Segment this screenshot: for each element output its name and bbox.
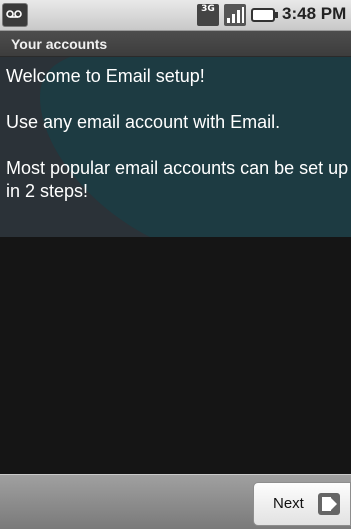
welcome-panel: Welcome to Email setup! Use any email ac… <box>0 57 351 237</box>
page-title: Your accounts <box>11 36 108 52</box>
battery-icon <box>251 8 278 22</box>
network-label: 3G <box>201 4 215 14</box>
next-arrow-icon <box>318 493 340 515</box>
welcome-text: Welcome to Email setup! <box>6 66 205 86</box>
next-button[interactable]: Next <box>253 482 351 526</box>
network-3g-icon: 3G <box>197 4 219 26</box>
clock: 3:48 PM <box>282 4 347 23</box>
next-label: Next <box>273 495 304 512</box>
status-bar: 3G 3:48 PM <box>0 0 351 31</box>
bottom-bar: Next <box>0 474 351 529</box>
title-bar: Your accounts <box>0 31 351 57</box>
popular-accounts-text: Most popular email accounts can be set u… <box>6 158 349 201</box>
voicemail-icon <box>2 3 28 27</box>
use-any-text: Use any email account with Email. <box>6 112 281 132</box>
signal-icon <box>224 4 246 26</box>
